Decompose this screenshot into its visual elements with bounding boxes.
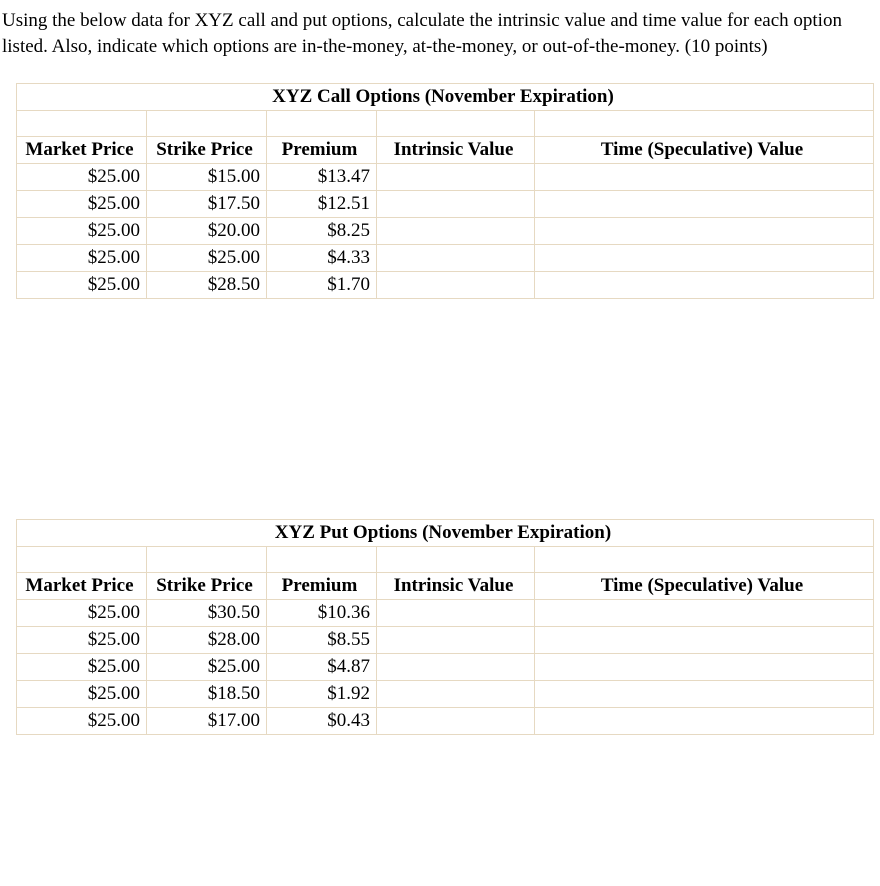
cell-time	[535, 272, 874, 299]
th-market-price: Market Price	[17, 137, 147, 164]
call-options-table-wrap: XYZ Call Options (November Expiration) M…	[16, 83, 874, 299]
put-options-table: XYZ Put Options (November Expiration) Ma…	[16, 519, 874, 735]
table-row: $25.00 $18.50 $1.92	[17, 681, 874, 708]
cell-market: $25.00	[17, 191, 147, 218]
cell-premium: $10.36	[267, 600, 377, 627]
put-options-table-wrap: XYZ Put Options (November Expiration) Ma…	[16, 519, 874, 735]
table-row: $25.00 $28.00 $8.55	[17, 627, 874, 654]
cell-market: $25.00	[17, 218, 147, 245]
cell-time	[535, 245, 874, 272]
cell-intrinsic	[377, 164, 535, 191]
table-row: $25.00 $17.00 $0.43	[17, 708, 874, 735]
cell-premium: $8.55	[267, 627, 377, 654]
table-row: $25.00 $20.00 $8.25	[17, 218, 874, 245]
table-row: $25.00 $15.00 $13.47	[17, 164, 874, 191]
call-table-title: XYZ Call Options (November Expiration)	[17, 84, 874, 111]
cell-intrinsic	[377, 245, 535, 272]
cell-strike: $25.00	[147, 654, 267, 681]
cell-strike: $15.00	[147, 164, 267, 191]
table-row: $25.00 $25.00 $4.33	[17, 245, 874, 272]
cell-strike: $30.50	[147, 600, 267, 627]
cell-strike: $28.00	[147, 627, 267, 654]
cell-intrinsic	[377, 272, 535, 299]
th-time-value: Time (Speculative) Value	[535, 573, 874, 600]
cell-market: $25.00	[17, 654, 147, 681]
table-row: $25.00 $30.50 $10.36	[17, 600, 874, 627]
th-intrinsic: Intrinsic Value	[377, 573, 535, 600]
cell-premium: $0.43	[267, 708, 377, 735]
cell-premium: $4.33	[267, 245, 377, 272]
cell-premium: $1.92	[267, 681, 377, 708]
cell-intrinsic	[377, 681, 535, 708]
table-row: $25.00 $25.00 $4.87	[17, 654, 874, 681]
cell-strike: $25.00	[147, 245, 267, 272]
th-strike-price: Strike Price	[147, 573, 267, 600]
cell-time	[535, 600, 874, 627]
cell-time	[535, 627, 874, 654]
th-premium: Premium	[267, 573, 377, 600]
cell-time	[535, 681, 874, 708]
cell-intrinsic	[377, 708, 535, 735]
cell-market: $25.00	[17, 245, 147, 272]
cell-strike: $28.50	[147, 272, 267, 299]
cell-premium: $12.51	[267, 191, 377, 218]
put-table-title: XYZ Put Options (November Expiration)	[17, 520, 874, 547]
cell-market: $25.00	[17, 627, 147, 654]
cell-intrinsic	[377, 218, 535, 245]
cell-premium: $8.25	[267, 218, 377, 245]
cell-market: $25.00	[17, 164, 147, 191]
table-row: $25.00 $28.50 $1.70	[17, 272, 874, 299]
cell-premium: $4.87	[267, 654, 377, 681]
th-time-value: Time (Speculative) Value	[535, 137, 874, 164]
th-market-price: Market Price	[17, 573, 147, 600]
spacer	[2, 299, 878, 519]
cell-market: $25.00	[17, 272, 147, 299]
call-options-table: XYZ Call Options (November Expiration) M…	[16, 83, 874, 299]
th-premium: Premium	[267, 137, 377, 164]
cell-market: $25.00	[17, 708, 147, 735]
cell-intrinsic	[377, 654, 535, 681]
cell-strike: $18.50	[147, 681, 267, 708]
cell-market: $25.00	[17, 600, 147, 627]
cell-time	[535, 218, 874, 245]
cell-strike: $17.50	[147, 191, 267, 218]
cell-premium: $1.70	[267, 272, 377, 299]
th-strike-price: Strike Price	[147, 137, 267, 164]
table-row: $25.00 $17.50 $12.51	[17, 191, 874, 218]
cell-strike: $20.00	[147, 218, 267, 245]
cell-strike: $17.00	[147, 708, 267, 735]
cell-premium: $13.47	[267, 164, 377, 191]
question-text: Using the below data for XYZ call and pu…	[2, 8, 878, 59]
cell-time	[535, 654, 874, 681]
cell-intrinsic	[377, 191, 535, 218]
cell-intrinsic	[377, 627, 535, 654]
cell-market: $25.00	[17, 681, 147, 708]
th-intrinsic: Intrinsic Value	[377, 137, 535, 164]
cell-time	[535, 164, 874, 191]
cell-intrinsic	[377, 600, 535, 627]
cell-time	[535, 191, 874, 218]
cell-time	[535, 708, 874, 735]
